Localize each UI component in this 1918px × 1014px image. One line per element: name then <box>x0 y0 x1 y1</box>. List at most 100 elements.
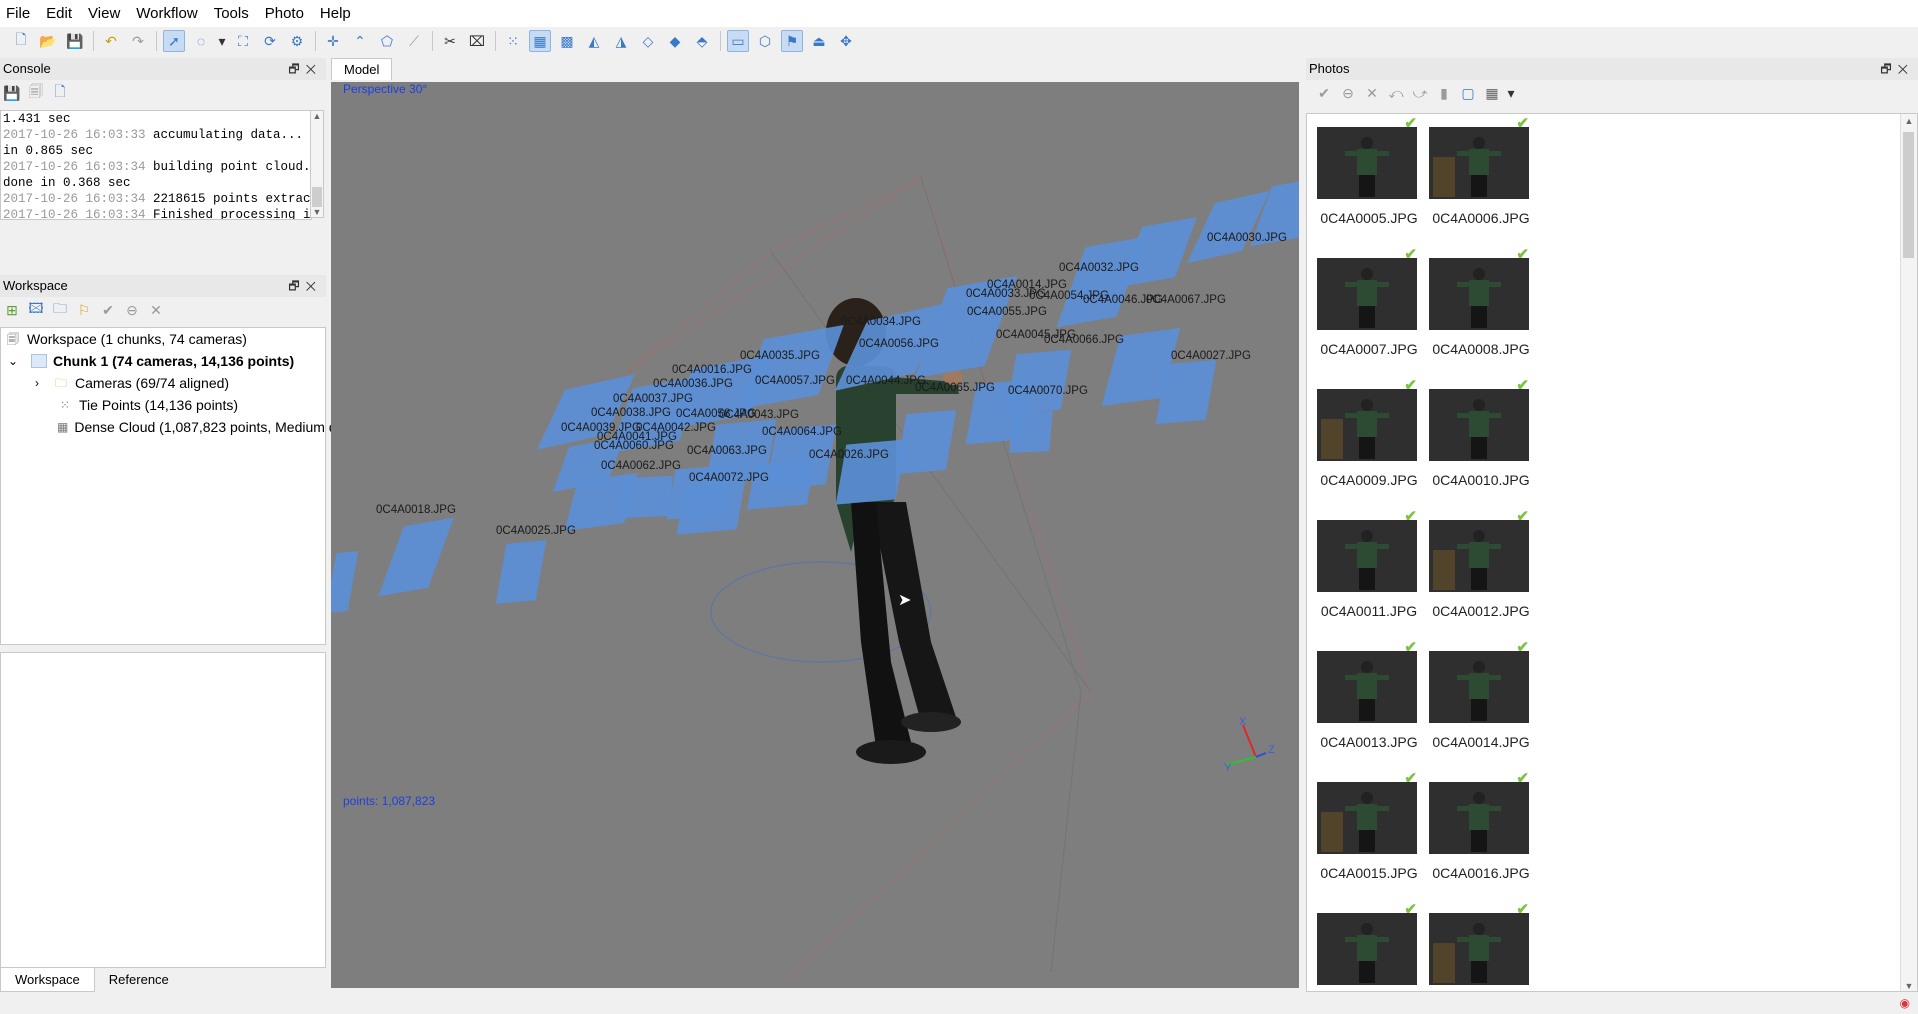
camera-label[interactable]: 0C4A0035.JPG <box>740 350 820 362</box>
mask-icon[interactable]: ▮ <box>1434 83 1454 103</box>
open-folder-icon[interactable]: 📂 <box>37 30 59 52</box>
tree-dense-cloud[interactable]: ▦ Dense Cloud (1,087,823 points, Medium … <box>1 416 374 438</box>
tiled-model-icon[interactable]: ◆ <box>664 30 686 52</box>
remove-icon[interactable]: ✕ <box>146 300 166 320</box>
panel-buttons[interactable]: 🗗✕ <box>288 275 322 297</box>
camera-plane[interactable] <box>1155 359 1217 425</box>
execute-script-icon[interactable]: 🗋 <box>50 83 70 103</box>
ruler-icon[interactable]: ⟋ <box>403 30 425 52</box>
menu-view[interactable]: View <box>80 0 128 27</box>
camera-label[interactable]: 0C4A0038.JPG <box>591 407 671 419</box>
camera-label[interactable]: 0C4A0043.JPG <box>719 409 799 421</box>
draw-polyline-icon[interactable]: ⌃ <box>349 30 371 52</box>
camera-plane[interactable] <box>378 517 454 597</box>
scroll-down-icon[interactable]: ▼ <box>1901 981 1917 991</box>
camera-label[interactable]: 0C4A0034.JPG <box>841 316 921 328</box>
menu-help[interactable]: Help <box>312 0 359 27</box>
menu-workflow[interactable]: Workflow <box>128 0 205 27</box>
menu-edit[interactable]: Edit <box>38 0 80 27</box>
camera-label[interactable]: 0C4A0067.JPG <box>1146 294 1226 306</box>
filter-icon[interactable]: ▢ <box>1458 83 1478 103</box>
camera-plane[interactable] <box>747 459 815 510</box>
model-viewport[interactable]: 0C4A0030.JPG 0C4A0032.JPG 0C4A0014.JPG 0C4A… <box>331 82 1299 988</box>
camera-label[interactable]: 0C4A0044.JPG <box>846 375 926 387</box>
crop-selection-icon[interactable]: ⌧ <box>466 30 488 52</box>
select-arrow-icon[interactable]: ➚ <box>163 30 185 52</box>
camera-label[interactable]: 0C4A0055.JPG <box>967 306 1047 318</box>
camera-plane[interactable] <box>495 540 547 604</box>
save-log-icon[interactable]: 💾 <box>2 83 22 103</box>
tree-cameras[interactable]: › 🗀 Cameras (69/74 aligned) <box>1 372 325 394</box>
scroll-thumb[interactable] <box>312 187 322 207</box>
enable-icon[interactable]: ✔ <box>98 300 118 320</box>
camera-label[interactable]: 0C4A0072.JPG <box>689 472 769 484</box>
show-trackball-icon[interactable]: ✥ <box>835 30 857 52</box>
camera-label[interactable]: 0C4A0025.JPG <box>496 525 576 537</box>
resize-region-icon[interactable]: ⛶ <box>232 30 254 52</box>
shaded-model-icon[interactable]: ▩ <box>556 30 578 52</box>
photo-thumbnail[interactable]: ✔ 0C4A0013.JPG <box>1307 626 1418 756</box>
photo-thumbnail[interactable]: ✔ <box>1419 888 1529 991</box>
camera-label[interactable]: 0C4A0056.JPG <box>859 338 939 350</box>
show-region-icon[interactable]: ⏏ <box>808 30 830 52</box>
selection-circle-icon[interactable]: ◌ <box>190 30 212 52</box>
photo-thumbnail[interactable]: ✔ 0C4A0009.JPG <box>1307 364 1418 494</box>
photo-thumbnail[interactable]: ✔ 0C4A0010.JPG <box>1419 364 1530 494</box>
photo-thumbnail[interactable]: ✔ 0C4A0014.JPG <box>1419 626 1530 756</box>
photo-thumbnail[interactable]: ✔ 0C4A0015.JPG <box>1307 757 1418 887</box>
tree-workspace-root[interactable]: 🗐 Workspace (1 chunks, 74 cameras) <box>1 328 325 350</box>
photos-scrollbar[interactable]: ▲ ▼ <box>1900 114 1917 991</box>
dense-cloud-icon[interactable]: ▦ <box>529 30 551 52</box>
tree-chunk[interactable]: ⌄ Chunk 1 (74 cameras, 14,136 points) <box>1 350 325 372</box>
remove-photo-icon[interactable]: ✕ <box>1362 83 1382 103</box>
camera-label[interactable]: 0C4A0037.JPG <box>613 393 693 405</box>
camera-plane[interactable] <box>676 479 746 535</box>
tab-workspace[interactable]: Workspace <box>0 968 95 992</box>
scroll-thumb[interactable] <box>1903 132 1914 258</box>
photo-thumbnail[interactable]: ✔ 0C4A0007.JPG <box>1307 233 1418 363</box>
disable-icon[interactable]: ⊖ <box>122 300 142 320</box>
photo-thumbnail[interactable]: ✔ 0C4A0006.JPG <box>1419 114 1530 232</box>
photo-thumbnail[interactable]: ✔ 0C4A0011.JPG <box>1307 495 1417 625</box>
camera-label[interactable]: 0C4A0016.JPG <box>672 364 752 376</box>
add-photos-icon[interactable]: 🖾 <box>26 300 46 320</box>
rotate-region-icon[interactable]: ⟳ <box>259 30 281 52</box>
camera-label[interactable]: 0C4A0036.JPG <box>653 378 733 390</box>
dem-icon[interactable]: ⬘ <box>691 30 713 52</box>
camera-label[interactable]: 0C4A0063.JPG <box>687 445 767 457</box>
camera-label[interactable]: 0C4A0065.JPG <box>915 382 995 394</box>
save-icon[interactable]: 💾 <box>64 30 86 52</box>
photo-thumbnail[interactable]: ✔ 0C4A0012.JPG <box>1419 495 1530 625</box>
menu-tools[interactable]: Tools <box>206 0 257 27</box>
wireframe-model-icon[interactable]: ◮ <box>610 30 632 52</box>
clear-log-icon[interactable]: 🗐 <box>26 83 46 103</box>
menu-photo[interactable]: Photo <box>257 0 312 27</box>
tab-reference[interactable]: Reference <box>95 968 183 992</box>
scroll-up-icon[interactable]: ▲ <box>1901 116 1917 126</box>
camera-label[interactable]: 0C4A0062.JPG <box>601 460 681 472</box>
rotate-object-icon[interactable]: ⚙ <box>286 30 308 52</box>
camera-label[interactable]: 0C4A0032.JPG <box>1059 262 1139 274</box>
camera-label[interactable]: 0C4A0026.JPG <box>809 449 889 461</box>
show-shapes-icon[interactable]: ⬡ <box>754 30 776 52</box>
camera-label[interactable]: 0C4A0030.JPG <box>1207 232 1287 244</box>
textured-model-icon[interactable]: ◇ <box>637 30 659 52</box>
rotate-left-icon[interactable]: ⤺ <box>1386 83 1406 103</box>
show-markers-icon[interactable]: ⚑ <box>781 30 803 52</box>
camera-label[interactable]: 0C4A0066.JPG <box>1044 334 1124 346</box>
collapse-arrow-icon[interactable]: ⌄ <box>5 354 21 368</box>
add-chunk-icon[interactable]: ⊞ <box>2 300 22 320</box>
delete-selection-icon[interactable]: ✂ <box>439 30 461 52</box>
camera-plane[interactable] <box>1009 411 1053 453</box>
add-folder-icon[interactable]: 🗀 <box>50 300 70 320</box>
camera-label[interactable]: 0C4A0027.JPG <box>1171 350 1251 362</box>
draw-point-icon[interactable]: ✛ <box>322 30 344 52</box>
camera-plane[interactable] <box>331 551 359 613</box>
draw-polygon-icon[interactable]: ⬠ <box>376 30 398 52</box>
photo-thumbnail[interactable]: ✔ 0C4A0005.JPG <box>1307 114 1418 232</box>
scroll-down-icon[interactable]: ▼ <box>311 207 323 217</box>
disable-photo-icon[interactable]: ⊖ <box>1338 83 1358 103</box>
tab-model[interactable]: Model <box>331 58 393 80</box>
menu-file[interactable]: File <box>0 0 38 27</box>
dropdown-arrow-icon[interactable]: ▾ <box>217 30 227 52</box>
